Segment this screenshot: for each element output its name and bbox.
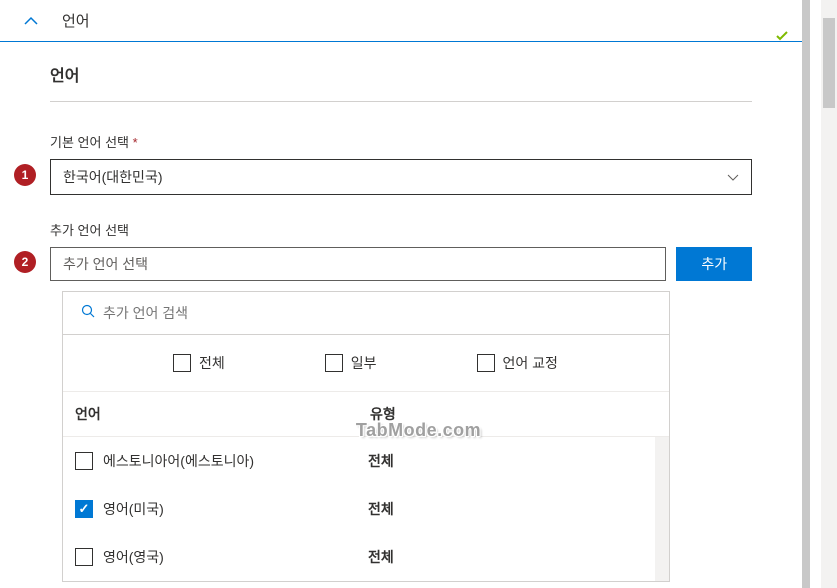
default-lang-label: 기본 언어 선택 *: [50, 132, 752, 151]
default-lang-select[interactable]: 한국어(대한민국): [50, 159, 752, 195]
step-badge-1: 1: [14, 164, 36, 186]
table-header-lang: 언어: [75, 404, 370, 424]
row-checkbox[interactable]: [75, 452, 93, 470]
row-lang-name: 영어(미국): [103, 499, 368, 519]
page-scroll-thumb[interactable]: [823, 18, 835, 108]
row-lang-type: 전체: [368, 499, 394, 519]
row-lang-name: 영어(영국): [103, 547, 368, 567]
filter-proofing-checkbox[interactable]: [477, 354, 495, 372]
default-lang-value: 한국어(대한민국): [63, 167, 162, 187]
language-header[interactable]: 언어: [0, 0, 802, 42]
row-lang-name: 에스토니아어(에스토니아): [103, 451, 368, 471]
additional-lang-select[interactable]: 추가 언어 선택: [50, 247, 666, 281]
search-input[interactable]: [103, 305, 651, 321]
table-row[interactable]: 영어(영국) 전체: [63, 533, 655, 581]
filter-proofing-label: 언어 교정: [503, 353, 558, 373]
header-title: 언어: [62, 10, 90, 31]
filter-partial-label: 일부: [351, 353, 377, 373]
section-title: 언어: [50, 62, 752, 102]
row-checkbox[interactable]: [75, 548, 93, 566]
check-corner-icon: [776, 30, 788, 45]
filter-all-label: 전체: [199, 353, 225, 373]
add-button[interactable]: 추가: [676, 247, 752, 281]
row-checkbox[interactable]: [75, 500, 93, 518]
filter-all-checkbox[interactable]: [173, 354, 191, 372]
row-lang-type: 전체: [368, 451, 394, 471]
search-icon: [81, 304, 95, 321]
row-lang-type: 전체: [368, 547, 394, 567]
additional-lang-label: 추가 언어 선택: [50, 220, 752, 239]
filter-partial-checkbox[interactable]: [325, 354, 343, 372]
table-row[interactable]: 에스토니아어(에스토니아) 전체: [63, 437, 655, 485]
step-badge-2: 2: [14, 251, 36, 273]
table-row[interactable]: 영어(미국) 전체: [63, 485, 655, 533]
watermark: TabMode.com: [356, 420, 481, 441]
chevron-up-icon: [24, 14, 38, 28]
chevron-down-icon: [727, 169, 739, 185]
page-scrollbar[interactable]: [821, 0, 837, 588]
